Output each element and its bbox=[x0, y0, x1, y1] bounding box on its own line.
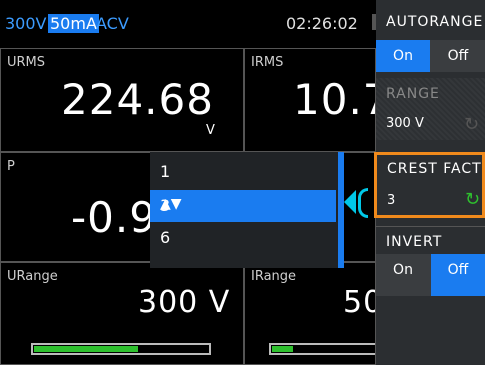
autorange-on-button[interactable]: On bbox=[376, 40, 430, 72]
dropdown-option[interactable]: 6 bbox=[150, 222, 336, 254]
autorange-off-button[interactable]: Off bbox=[431, 40, 485, 72]
irms-cell[interactable]: IRMS 10.7 bbox=[244, 48, 376, 152]
urange-label: URange bbox=[7, 269, 58, 284]
irange-value: 50 bbox=[343, 285, 375, 320]
refresh-icon[interactable]: ↻ bbox=[465, 189, 480, 210]
crest-factor-value: 3 bbox=[387, 193, 397, 208]
irms-value: 10.7 bbox=[293, 75, 375, 124]
crest-factor-title: CREST FACT bbox=[387, 161, 482, 177]
voltage-range-indicator: 300V bbox=[5, 14, 47, 33]
irms-label: IRMS bbox=[251, 55, 284, 70]
urms-cell[interactable]: URMS 224.68 V bbox=[0, 48, 244, 152]
power-label: P bbox=[7, 159, 15, 174]
range-value: 300 V bbox=[386, 116, 424, 131]
pointer-arrow-icon bbox=[344, 190, 356, 214]
status-bar: 300V 50mA ACV 02:26:02 bbox=[0, 0, 376, 48]
autorange-toggle: On Off bbox=[376, 40, 485, 72]
refresh-icon: ↻ bbox=[464, 114, 480, 135]
urange-bar bbox=[31, 343, 211, 355]
clock: 02:26:02 bbox=[286, 14, 358, 33]
irange-bar bbox=[269, 343, 375, 355]
crest-factor-field[interactable]: CREST FACT 3 ↻ bbox=[374, 152, 485, 218]
invert-title: INVERT bbox=[386, 234, 443, 250]
crest-factor-dropdown[interactable]: 1 3 ▲▼ 6 bbox=[150, 152, 344, 268]
urms-value: 224.68 bbox=[61, 75, 214, 124]
urange-bar-fill bbox=[34, 346, 138, 352]
irange-label: IRange bbox=[251, 269, 297, 284]
mode-indicator: ACV bbox=[96, 14, 129, 33]
dropdown-option[interactable]: 1 bbox=[150, 156, 336, 188]
invert-toggle: On Off bbox=[376, 254, 485, 296]
power-value: -0.9 bbox=[71, 193, 157, 242]
range-title: RANGE bbox=[386, 86, 440, 102]
urange-value: 300 V bbox=[138, 285, 231, 320]
invert-section: INVERT On Off bbox=[376, 230, 485, 365]
urange-cell[interactable]: URange 300 V bbox=[0, 262, 244, 365]
range-field[interactable]: RANGE 300 V ↻ bbox=[376, 78, 485, 140]
dropdown-option-label: 6 bbox=[160, 228, 171, 247]
autorange-title: AUTORANGE bbox=[386, 14, 484, 30]
urms-unit: V bbox=[206, 123, 215, 138]
invert-on-button[interactable]: On bbox=[376, 254, 430, 296]
pointer-bracket-icon bbox=[358, 188, 368, 218]
dropdown-option-label: 1 bbox=[160, 162, 171, 181]
irange-bar-fill bbox=[272, 346, 294, 352]
current-range-indicator: 50mA bbox=[48, 14, 99, 33]
panel-divider bbox=[376, 226, 485, 227]
dropdown-option-selected[interactable]: 3 ▲▼ bbox=[150, 190, 336, 222]
urms-label: URMS bbox=[7, 55, 46, 70]
up-down-arrows-icon: ▲▼ bbox=[160, 196, 182, 212]
irange-cell[interactable]: IRange 50 bbox=[244, 262, 376, 365]
invert-off-button[interactable]: Off bbox=[431, 254, 485, 296]
